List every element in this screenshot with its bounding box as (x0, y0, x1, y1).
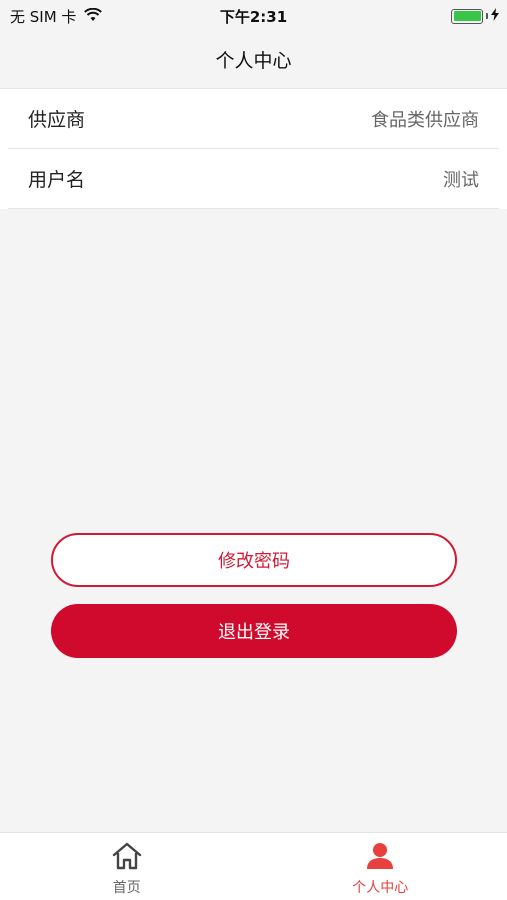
tab-home-label: 首页 (112, 880, 141, 896)
status-bar: 无 SIM 卡 下午2:31 (0, 0, 507, 30)
battery-icon (451, 8, 483, 24)
tab-profile[interactable]: 个人中心 (254, 833, 507, 900)
person-icon (363, 839, 397, 873)
info-row-username: 用户名 测试 (8, 149, 499, 209)
supplier-value: 食品类供应商 (371, 109, 479, 131)
status-right (451, 7, 499, 25)
home-icon (110, 839, 144, 873)
page-title: 个人中心 (215, 49, 292, 72)
tab-bar: 首页 个人中心 (0, 832, 507, 900)
info-list: 供应商 食品类供应商 用户名 测试 (0, 88, 507, 209)
username-label: 用户名 (28, 169, 86, 191)
tab-home[interactable]: 首页 (0, 833, 254, 900)
logout-button[interactable]: 退出登录 (51, 604, 457, 658)
supplier-label: 供应商 (28, 109, 86, 131)
screen: 无 SIM 卡 下午2:31 个人中心 供应商 食品类供应商 用户名 测试 修改… (0, 0, 507, 900)
username-value: 测试 (443, 169, 479, 191)
status-time: 下午2:31 (219, 8, 288, 26)
tab-profile-label: 个人中心 (352, 880, 409, 896)
nav-bar: 个人中心 (0, 30, 507, 88)
battery-tip (486, 13, 488, 19)
change-password-button[interactable]: 修改密码 (51, 533, 457, 587)
info-row-supplier: 供应商 食品类供应商 (8, 89, 499, 149)
charging-icon (491, 7, 499, 25)
